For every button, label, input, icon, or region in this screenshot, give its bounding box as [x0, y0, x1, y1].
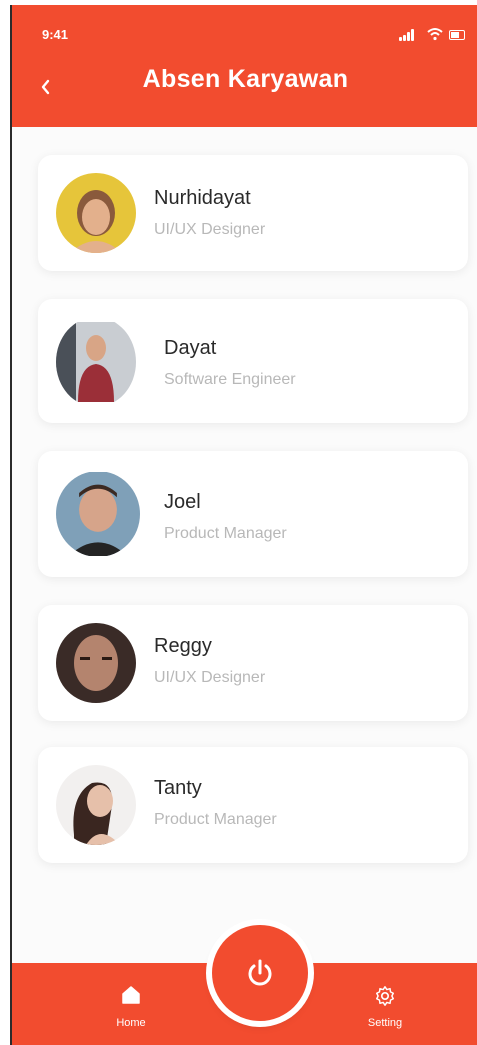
app-header: 9:41 Absen Karyawan — [12, 5, 477, 127]
nav-setting-label: Setting — [367, 1017, 403, 1029]
employee-avatar — [56, 472, 140, 556]
employee-role: Product Manager — [164, 525, 287, 542]
employee-name: Reggy — [154, 635, 212, 657]
employee-role: Software Engineer — [164, 371, 296, 388]
status-icons — [399, 27, 469, 41]
employee-card[interactable]: Joel Product Manager — [38, 451, 468, 577]
nav-home[interactable]: Home — [96, 975, 166, 1035]
power-icon — [248, 959, 272, 986]
nav-home-label: Home — [116, 1017, 146, 1029]
employee-role: UI/UX Designer — [154, 221, 266, 238]
signal-icon — [399, 29, 419, 41]
status-time: 9:41 — [42, 27, 69, 42]
employee-name: Joel — [164, 491, 201, 513]
home-icon — [122, 986, 140, 1004]
employee-card[interactable]: Reggy UI/UX Designer — [38, 605, 468, 721]
page-title: Absen Karyawan — [142, 65, 349, 93]
nav-setting[interactable]: Setting — [350, 975, 420, 1035]
employee-avatar — [56, 322, 136, 402]
employee-card[interactable]: Nurhidayat UI/UX Designer — [38, 155, 468, 271]
employee-avatar — [56, 173, 136, 253]
phone-screen: 9:41 Absen Karyawan Nurhidayat UI/UX Des… — [10, 5, 477, 1045]
employee-name: Dayat — [164, 337, 217, 359]
employee-role: Product Manager — [154, 811, 277, 828]
employee-avatar — [56, 765, 136, 845]
employee-avatar — [56, 623, 136, 703]
wifi-icon — [427, 28, 443, 41]
employee-name: Nurhidayat — [154, 187, 251, 209]
employee-card[interactable]: Dayat Software Engineer — [38, 299, 468, 423]
gear-icon — [376, 986, 394, 1006]
battery-icon — [449, 30, 465, 40]
employee-name: Tanty — [154, 777, 202, 799]
power-button[interactable] — [212, 925, 308, 1021]
employee-card[interactable]: Tanty Product Manager — [38, 747, 468, 863]
employee-role: UI/UX Designer — [154, 669, 266, 686]
